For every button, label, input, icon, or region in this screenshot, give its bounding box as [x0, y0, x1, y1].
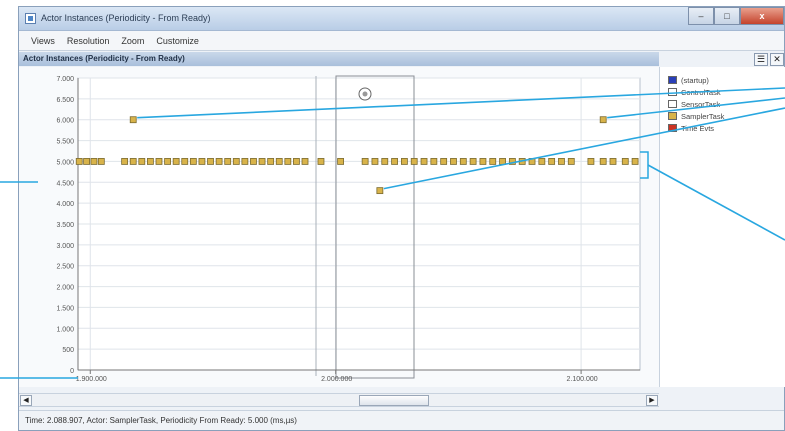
data-point [499, 158, 506, 165]
data-point [548, 158, 556, 165]
data-point [121, 158, 129, 165]
x-tick-label: 2.100.000 [567, 376, 598, 383]
y-tick-label: 3.500 [56, 222, 74, 229]
data-point [538, 158, 546, 165]
data-point [631, 158, 639, 165]
data-point [609, 158, 617, 165]
data-point [155, 158, 163, 165]
data-point [146, 158, 154, 165]
y-tick-label: 7.000 [56, 76, 74, 83]
data-point [599, 116, 607, 124]
data-point [361, 158, 369, 165]
data-point [479, 158, 487, 165]
y-tick-label: 6.500 [56, 97, 74, 104]
data-point [450, 158, 457, 165]
y-tick-label: 1.500 [56, 305, 74, 312]
data-point [129, 116, 137, 124]
data-point [215, 158, 223, 165]
data-point [420, 158, 428, 165]
data-point [371, 158, 379, 165]
y-tick-label: 5.500 [56, 139, 74, 146]
y-tick-label: 4.000 [56, 201, 74, 208]
data-point [430, 158, 438, 165]
data-point [587, 158, 595, 165]
data-point [489, 158, 497, 165]
x-tick-label: 1.900.000 [76, 376, 107, 383]
data-point [250, 158, 257, 165]
data-point [301, 158, 309, 165]
data-point [401, 158, 408, 165]
data-point [172, 158, 180, 165]
chart-grid [77, 77, 641, 371]
callout-line [647, 164, 785, 241]
data-point [337, 158, 344, 165]
data-point [275, 158, 283, 165]
data-point [258, 158, 266, 165]
y-tick-label: 4.500 [56, 180, 74, 187]
data-point [376, 187, 384, 195]
data-point [129, 158, 137, 165]
data-point [469, 158, 477, 165]
data-point [599, 158, 607, 165]
data-point [459, 158, 467, 165]
data-point [391, 158, 398, 165]
data-point [241, 158, 249, 165]
y-tick-label: 0 [70, 368, 74, 375]
data-point [440, 158, 448, 165]
data-point [224, 158, 232, 165]
data-point [189, 158, 197, 165]
data-point [381, 158, 389, 165]
data-point [267, 158, 275, 165]
data-point [198, 158, 206, 165]
data-point [558, 158, 565, 165]
y-tick-label: 2.000 [56, 285, 74, 292]
x-tick-label: 2.000.000 [321, 376, 352, 383]
group-bracket [640, 151, 649, 179]
y-tick-label: 5.000 [56, 159, 74, 166]
data-point [75, 158, 83, 165]
y-tick-label: 3.000 [56, 243, 74, 250]
data-point [164, 158, 171, 165]
data-point [181, 158, 189, 165]
data-point [97, 158, 105, 165]
y-tick-label: 2.500 [56, 264, 74, 271]
chart-canvas[interactable]: 7.000 6.500 6.000 5.500 5.000 4.500 4.000 3.500… [0, 0, 785, 431]
data-point [138, 158, 146, 165]
data-point [317, 158, 325, 165]
data-point [284, 158, 292, 165]
data-point [410, 158, 418, 165]
data-point [83, 158, 90, 165]
data-point [567, 158, 575, 165]
data-point [621, 158, 629, 165]
cursor-marker-dot [362, 91, 368, 97]
y-tick-label: 6.000 [56, 118, 74, 125]
data-point [90, 158, 98, 165]
data-point [232, 158, 240, 165]
y-tick-label: 500 [62, 347, 74, 354]
y-tick-label: 1.000 [56, 326, 74, 333]
data-point [207, 158, 214, 165]
data-point [293, 158, 300, 165]
